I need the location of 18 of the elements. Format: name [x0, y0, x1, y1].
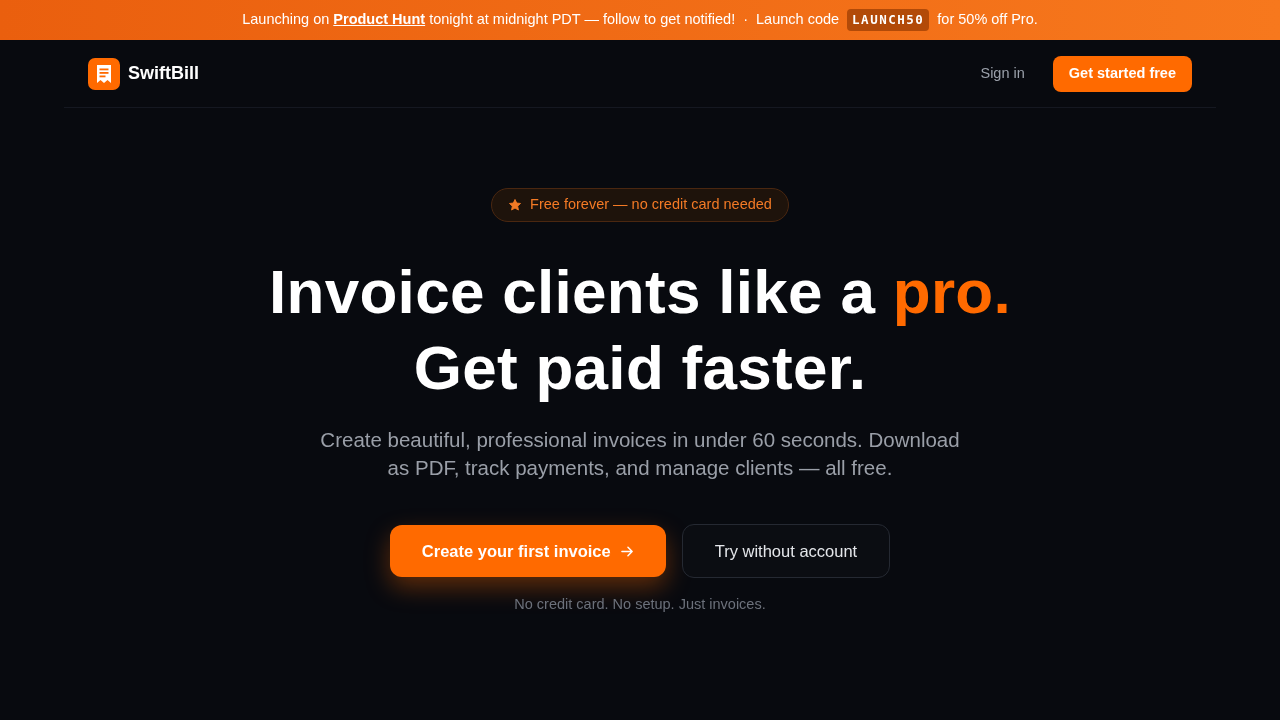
product-hunt-link[interactable]: Product Hunt	[333, 11, 426, 28]
arrow-right-icon	[620, 544, 634, 558]
hero-subtitle: Create beautiful, professional invoices in under 60 seconds. Download as PDF, track payments, and manage clients — all free.	[319, 427, 961, 481]
free-forever-badge: Free forever — no credit card needed	[491, 188, 789, 222]
hero-headline: Invoice clients like a pro. Get paid faster.	[268, 256, 1012, 404]
star-icon	[508, 198, 523, 212]
promo-text: for 50% off Pro.	[937, 10, 1038, 30]
promo-code: LAUNCH50	[847, 8, 930, 32]
get-started-button[interactable]: Get started free	[1052, 55, 1192, 92]
separator-dot: ·	[743, 10, 749, 30]
sign-in-link[interactable]: Sign in	[976, 62, 1029, 85]
hero-note: No credit card. No setup. Just invoices.	[514, 595, 766, 614]
promo-label: Launch code	[756, 10, 840, 30]
brand-name: SwiftBill	[128, 62, 199, 85]
receipt-logo-icon	[88, 57, 120, 90]
create-invoice-button[interactable]: Create your first invoice	[389, 525, 666, 577]
announcement-text: Launching on Product Hunt tonight at midnight PDT — follow to get notified!	[242, 10, 736, 30]
try-without-account-button[interactable]: Try without account	[681, 524, 891, 578]
